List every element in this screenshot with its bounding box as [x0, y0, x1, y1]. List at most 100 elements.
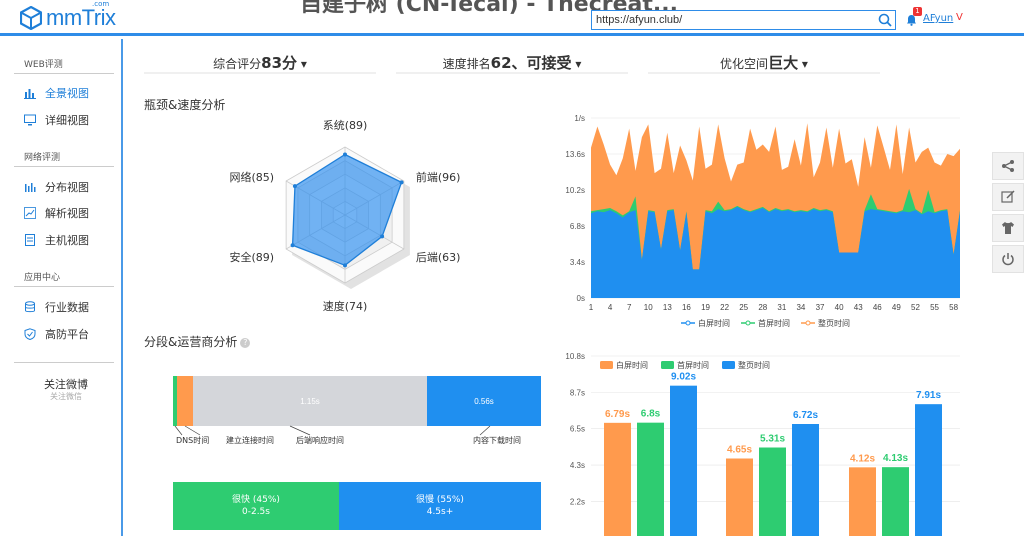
sidebar-item-industry[interactable]: 行业数据: [24, 299, 89, 315]
follow-wechat-link[interactable]: 关注微信: [50, 391, 82, 402]
sidebar-item-distribution[interactable]: 分布视图: [24, 179, 89, 195]
legend-label[interactable]: 白屏时间: [616, 360, 648, 370]
sidebar-item-label: 高防平台: [45, 328, 89, 341]
sidebar-item-overview[interactable]: 全景视图: [24, 85, 89, 101]
bar[interactable]: [759, 447, 786, 536]
power-icon: [1002, 253, 1014, 266]
x-tick-label: 16: [682, 303, 691, 312]
sidebar-item-host[interactable]: 主机视图: [24, 232, 89, 248]
radar-chart: 系统(89) 前端(96) 后端(63) 速度(74) 安全(89) 网络(85): [230, 119, 461, 313]
bar-value-label: 4.65s: [727, 445, 752, 456]
legend-swatch: [600, 361, 613, 369]
score-value: 83分: [261, 54, 298, 72]
y-tick-label: 1/s: [574, 114, 585, 123]
server-icon: [25, 234, 35, 246]
legend-swatch: [661, 361, 674, 369]
rank-stat[interactable]: 速度排名62、可接受 ▾: [396, 52, 628, 74]
area-chart: 1/s 13.6s 10.2s 6.8s 3.4s 0s 1 4 7 10 13 16 19 22 25 28…: [565, 114, 960, 328]
bar-value-label: 6.8s: [641, 409, 661, 420]
legend-label[interactable]: 整页时间: [818, 318, 850, 328]
x-tick-label: 22: [720, 303, 729, 312]
power-button[interactable]: [992, 245, 1024, 273]
monitor-icon: [24, 114, 36, 126]
segment-download[interactable]: 0.56s: [427, 376, 541, 426]
sidebar-item-label: 主机视图: [45, 234, 89, 247]
legend-marker: [745, 320, 751, 326]
sidebar-item-ddos[interactable]: 高防平台: [24, 326, 89, 342]
top-bar: mmTrix .com 自建子树 (CN-Tecal) - Thecreat..…: [0, 0, 1024, 36]
segment-connect-start[interactable]: [177, 376, 193, 426]
search-icon[interactable]: [878, 12, 892, 31]
bar[interactable]: [849, 467, 876, 536]
legend-label[interactable]: 整页时间: [738, 360, 770, 370]
sidebar-item-label: 行业数据: [45, 301, 89, 314]
legend-label[interactable]: 白屏时间: [698, 318, 730, 328]
segment-backend[interactable]: 1.15s: [193, 376, 427, 426]
logo[interactable]: mmTrix: [20, 4, 116, 32]
x-tick-label: 13: [663, 303, 672, 312]
rank-label: 速度排名: [442, 57, 491, 71]
follow-weibo-link[interactable]: 关注微博: [44, 376, 88, 392]
x-tick-label: 4: [608, 303, 613, 312]
bar[interactable]: [882, 467, 909, 536]
database-icon: [25, 301, 35, 313]
bar[interactable]: [670, 385, 697, 536]
sidebar-item-label: 分布视图: [45, 181, 89, 194]
divider: [14, 166, 114, 167]
bar-value-label: 5.31s: [760, 434, 785, 445]
sidebar-item-detail[interactable]: 详细视图: [24, 112, 89, 128]
legend-marker: [685, 320, 691, 326]
y-tick-label: 6.8s: [570, 222, 585, 231]
bar[interactable]: [726, 458, 753, 536]
shirt-icon: [1002, 222, 1014, 234]
opt-label: 优化空间: [720, 57, 769, 71]
radar-point[interactable]: [399, 180, 404, 185]
optimization-stat[interactable]: 优化空间巨大 ▾: [648, 52, 880, 74]
chevron-down-icon: ▾: [575, 57, 582, 71]
sidebar-item-parse[interactable]: 解析视图: [24, 205, 89, 221]
divider: [14, 73, 114, 74]
legend-label[interactable]: 首屏时间: [758, 318, 790, 328]
bar-chart-icon: [25, 183, 36, 192]
fast-segment[interactable]: 很快 (45%) 0-2.5s: [173, 482, 339, 530]
bar[interactable]: [792, 424, 819, 536]
divider: [14, 362, 114, 363]
radar-point[interactable]: [343, 152, 347, 157]
slow-segment[interactable]: 很慢 (55%) 4.5s+: [339, 482, 541, 530]
bar-value-label: 4.13s: [883, 453, 908, 464]
score-label: 综合评分: [213, 57, 262, 71]
sidebar-item-label: 解析视图: [45, 207, 89, 220]
shirt-button[interactable]: [992, 214, 1024, 242]
share-button[interactable]: [992, 152, 1024, 180]
logo-text: mmTrix: [46, 5, 116, 30]
legend-label[interactable]: 首屏时间: [677, 360, 709, 370]
sidebar-section-apps: 应用中心: [24, 273, 61, 283]
radar-point[interactable]: [290, 243, 295, 248]
radar-point[interactable]: [380, 234, 385, 239]
sidebar-item-label: 详细视图: [45, 114, 89, 127]
bar[interactable]: [915, 404, 942, 536]
y-tick-label: 4.3s: [570, 461, 585, 470]
edit-button[interactable]: [992, 183, 1024, 211]
url-input[interactable]: [591, 10, 896, 30]
radar-point[interactable]: [292, 184, 297, 189]
x-tick-label: 10: [644, 303, 653, 312]
bar-chart-icon: [24, 89, 36, 99]
y-tick-label: 2.2s: [570, 497, 585, 506]
download-time-label: 内容下载时间: [473, 436, 521, 445]
bar[interactable]: [637, 422, 664, 536]
notification-badge: 1: [913, 7, 922, 16]
chevron-down-icon: ▾: [300, 57, 307, 71]
radar-label: 前端(96): [416, 170, 461, 184]
radar-point[interactable]: [343, 263, 347, 268]
backend-time-label: 后端响应时间: [296, 436, 344, 445]
logo-cube-icon: [20, 6, 42, 30]
legend-swatch: [722, 361, 735, 369]
sidebar-section-web: WEB评测: [24, 60, 63, 70]
x-tick-label: 58: [949, 303, 958, 312]
user-name-link[interactable]: AFyun: [923, 13, 953, 24]
bar[interactable]: [604, 422, 631, 536]
divider: [14, 286, 114, 287]
help-icon[interactable]: ?: [240, 337, 251, 348]
score-stat[interactable]: 综合评分83分 ▾: [144, 52, 376, 74]
